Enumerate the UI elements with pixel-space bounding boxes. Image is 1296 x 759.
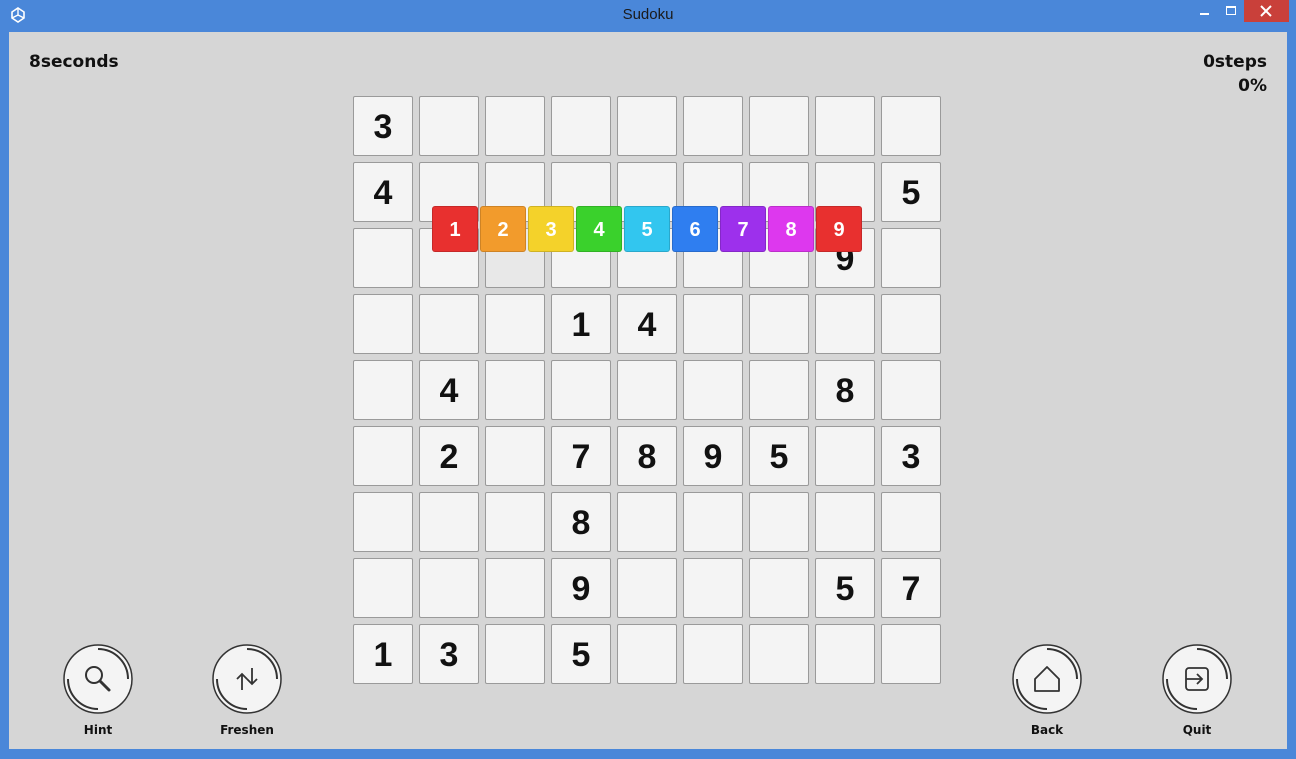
sudoku-cell[interactable] xyxy=(617,96,677,156)
sudoku-cell[interactable] xyxy=(881,228,941,288)
sudoku-cell[interactable] xyxy=(881,360,941,420)
swap-arrows-icon xyxy=(212,644,282,714)
number-option-1[interactable]: 1 xyxy=(432,206,478,252)
quit-label: Quit xyxy=(1182,723,1212,737)
sudoku-cell[interactable] xyxy=(485,96,545,156)
sudoku-cell[interactable] xyxy=(485,492,545,552)
sudoku-cell[interactable] xyxy=(353,294,413,354)
sudoku-cell[interactable] xyxy=(419,96,479,156)
exit-icon xyxy=(1162,644,1232,714)
magnifier-icon xyxy=(63,644,133,714)
sudoku-cell[interactable] xyxy=(353,228,413,288)
sudoku-cell[interactable]: 8 xyxy=(815,360,875,420)
hint-button[interactable]: Hint xyxy=(48,644,148,744)
number-option-2[interactable]: 2 xyxy=(480,206,526,252)
sudoku-cell[interactable] xyxy=(353,426,413,486)
number-option-8[interactable]: 8 xyxy=(768,206,814,252)
sudoku-cell[interactable] xyxy=(353,558,413,618)
sudoku-cell[interactable] xyxy=(815,426,875,486)
sudoku-cell[interactable]: 9 xyxy=(683,426,743,486)
sudoku-cell[interactable] xyxy=(485,624,545,684)
title-bar: Sudoku xyxy=(0,0,1296,30)
sudoku-cell[interactable]: 1 xyxy=(353,624,413,684)
number-option-4[interactable]: 4 xyxy=(576,206,622,252)
sudoku-cell[interactable]: 5 xyxy=(551,624,611,684)
sudoku-cell[interactable] xyxy=(419,492,479,552)
maximize-button[interactable] xyxy=(1218,0,1244,22)
sudoku-cell[interactable]: 3 xyxy=(419,624,479,684)
freshen-label: Freshen xyxy=(220,723,274,737)
sudoku-cell[interactable] xyxy=(815,624,875,684)
progress-percent: 0% xyxy=(1238,76,1267,96)
sudoku-cell[interactable] xyxy=(485,294,545,354)
close-button[interactable] xyxy=(1244,0,1289,22)
sudoku-cell[interactable]: 4 xyxy=(419,360,479,420)
sudoku-cell[interactable] xyxy=(683,360,743,420)
steps-counter: 0steps xyxy=(1203,52,1267,72)
sudoku-cell[interactable]: 3 xyxy=(353,96,413,156)
sudoku-cell[interactable] xyxy=(551,96,611,156)
minimize-button[interactable] xyxy=(1192,0,1218,22)
timer-display: 8seconds xyxy=(29,52,119,72)
number-option-3[interactable]: 3 xyxy=(528,206,574,252)
back-label: Back xyxy=(1030,723,1064,737)
sudoku-cell[interactable] xyxy=(683,558,743,618)
sudoku-cell[interactable]: 2 xyxy=(419,426,479,486)
sudoku-cell[interactable] xyxy=(485,360,545,420)
sudoku-cell[interactable]: 5 xyxy=(749,426,809,486)
hint-label: Hint xyxy=(83,723,113,737)
sudoku-cell[interactable] xyxy=(617,624,677,684)
game-area: 8seconds 0steps 0% 345914482789538957135… xyxy=(9,32,1287,749)
sudoku-cell[interactable] xyxy=(815,96,875,156)
close-icon xyxy=(1260,5,1272,17)
sudoku-cell[interactable]: 8 xyxy=(551,492,611,552)
sudoku-cell[interactable] xyxy=(683,492,743,552)
sudoku-cell[interactable] xyxy=(881,624,941,684)
window-title: Sudoku xyxy=(622,6,674,23)
sudoku-cell[interactable]: 5 xyxy=(815,558,875,618)
sudoku-cell[interactable] xyxy=(749,294,809,354)
freshen-button[interactable]: Freshen xyxy=(197,644,297,744)
sudoku-cell[interactable] xyxy=(617,492,677,552)
sudoku-cell[interactable]: 7 xyxy=(551,426,611,486)
sudoku-cell[interactable] xyxy=(485,426,545,486)
sudoku-cell[interactable] xyxy=(353,360,413,420)
back-button[interactable]: Back xyxy=(997,644,1097,744)
sudoku-cell[interactable] xyxy=(419,294,479,354)
sudoku-cell[interactable]: 7 xyxy=(881,558,941,618)
sudoku-cell[interactable]: 1 xyxy=(551,294,611,354)
sudoku-cell[interactable] xyxy=(419,558,479,618)
sudoku-cell[interactable] xyxy=(815,492,875,552)
sudoku-cell[interactable] xyxy=(617,558,677,618)
sudoku-cell[interactable] xyxy=(551,360,611,420)
sudoku-cell[interactable] xyxy=(749,360,809,420)
sudoku-cell[interactable]: 3 xyxy=(881,426,941,486)
sudoku-cell[interactable]: 9 xyxy=(551,558,611,618)
sudoku-cell[interactable] xyxy=(683,624,743,684)
number-option-5[interactable]: 5 xyxy=(624,206,670,252)
sudoku-cell[interactable]: 5 xyxy=(881,162,941,222)
home-icon xyxy=(1012,644,1082,714)
number-option-6[interactable]: 6 xyxy=(672,206,718,252)
sudoku-cell[interactable] xyxy=(881,492,941,552)
sudoku-cell[interactable] xyxy=(749,96,809,156)
sudoku-cell[interactable]: 8 xyxy=(617,426,677,486)
sudoku-cell[interactable]: 4 xyxy=(617,294,677,354)
number-option-9[interactable]: 9 xyxy=(816,206,862,252)
sudoku-cell[interactable] xyxy=(749,558,809,618)
sudoku-cell[interactable] xyxy=(815,294,875,354)
sudoku-cell[interactable] xyxy=(749,624,809,684)
sudoku-cell[interactable] xyxy=(485,558,545,618)
sudoku-cell[interactable]: 4 xyxy=(353,162,413,222)
sudoku-cell[interactable] xyxy=(683,96,743,156)
sudoku-cell[interactable] xyxy=(749,492,809,552)
sudoku-grid: 345914482789538957135 xyxy=(353,96,945,688)
number-option-7[interactable]: 7 xyxy=(720,206,766,252)
sudoku-cell[interactable] xyxy=(617,360,677,420)
sudoku-cell[interactable] xyxy=(881,96,941,156)
sudoku-cell[interactable] xyxy=(353,492,413,552)
sudoku-cell[interactable] xyxy=(881,294,941,354)
quit-button[interactable]: Quit xyxy=(1147,644,1247,744)
sudoku-cell[interactable] xyxy=(683,294,743,354)
